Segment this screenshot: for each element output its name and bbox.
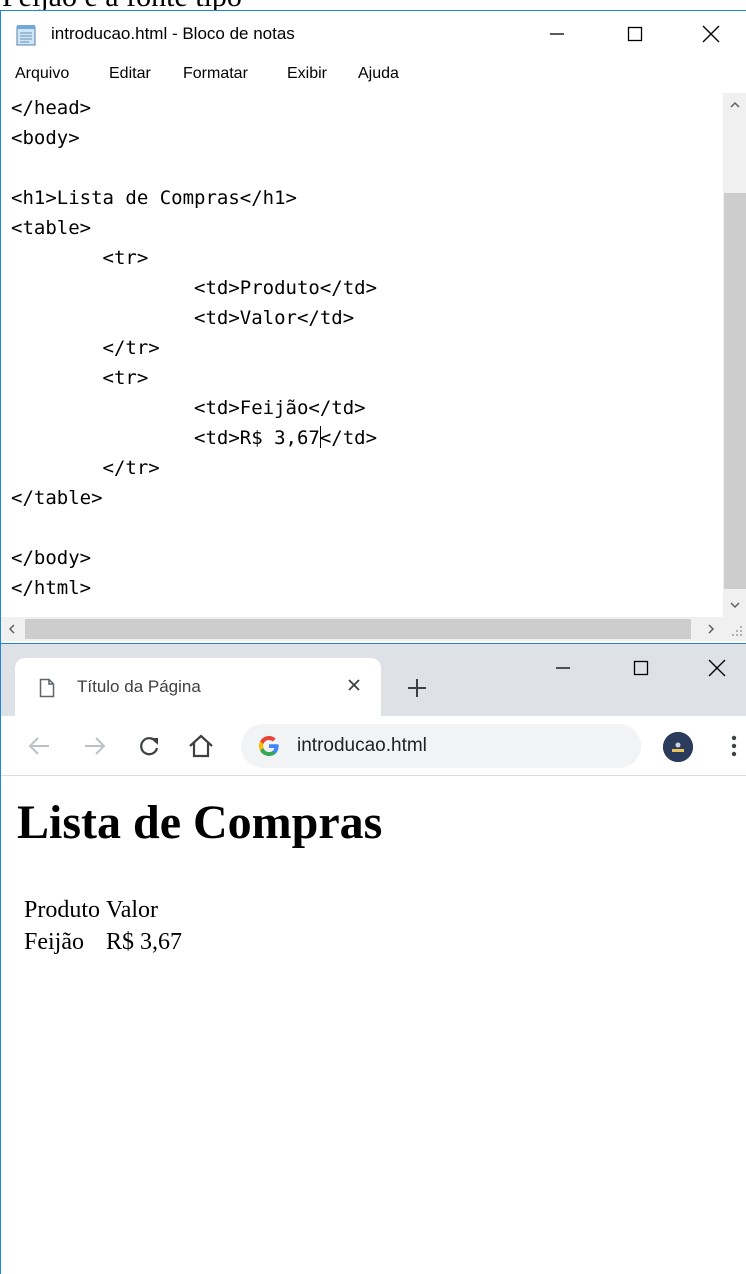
menu-editar[interactable]: Editar (109, 65, 151, 83)
scroll-up-icon[interactable] (730, 101, 740, 109)
horizontal-scroll-thumb[interactable] (25, 619, 691, 639)
maximize-icon (633, 660, 649, 676)
window-title: introducao.html - Bloco de notas (51, 24, 295, 43)
code-line: </body> (11, 547, 92, 569)
browser-tab[interactable]: Título da Página (15, 658, 381, 716)
menu-ajuda[interactable]: Ajuda (358, 65, 399, 83)
close-button[interactable] (673, 11, 746, 57)
resize-grip[interactable] (723, 617, 746, 641)
notepad-menubar: Arquivo Editar Formatar Exibir Ajuda (1, 61, 746, 91)
tab-close-icon (348, 679, 360, 691)
reload-icon (140, 737, 159, 756)
horizontal-scrollbar[interactable] (1, 617, 723, 641)
code-line: <tr> (11, 247, 149, 269)
new-tab-button[interactable] (399, 670, 435, 706)
menu-arquivo[interactable]: Arquivo (15, 65, 69, 83)
notepad-titlebar[interactable]: introducao.html - Bloco de notas (1, 11, 746, 59)
home-icon (189, 734, 213, 758)
profile-avatar-icon[interactable] (663, 732, 693, 762)
menu-formatar[interactable]: Formatar (183, 65, 248, 83)
google-g-icon (259, 736, 279, 756)
code-text: </td> (319, 427, 378, 449)
page-icon (39, 678, 55, 698)
chrome-close-button[interactable] (679, 644, 746, 692)
tab-close-button[interactable] (339, 670, 369, 700)
scroll-down-icon[interactable] (730, 601, 740, 609)
chrome-minimize-button[interactable] (525, 644, 601, 692)
back-button[interactable] (21, 728, 57, 764)
table-cell: R$ 3,67 (106, 929, 183, 955)
page-content: Lista de Compras Produto Valor Feijão R$… (1, 777, 746, 1274)
code-text: <td>R$ 3,67 (11, 427, 320, 449)
code-line: <h1>Lista de Compras</h1> (11, 187, 297, 209)
tab-strip[interactable]: Título da Página (1, 644, 746, 716)
new-tab-icon (408, 679, 426, 697)
chrome-maximize-button[interactable] (603, 644, 679, 692)
code-line: </head> (11, 97, 92, 119)
page-heading: Lista de Compras (17, 796, 383, 849)
forward-arrow-icon (85, 737, 106, 755)
url-text: introducao.html (297, 735, 427, 756)
browser-toolbar: introducao.html (1, 716, 746, 776)
table-row: Produto Valor (23, 895, 183, 925)
more-menu-button[interactable] (719, 728, 746, 764)
reload-button[interactable] (131, 728, 167, 764)
text-editor-area[interactable]: </head> <body> <h1>Lista de Compras</h1>… (1, 93, 723, 617)
scroll-right-icon[interactable] (707, 624, 715, 634)
minimize-icon (556, 667, 570, 669)
table-cell: Valor (106, 897, 158, 923)
table-cell: Feijão (24, 929, 84, 955)
table-row: Feijão R$ 3,67 (23, 927, 183, 957)
code-line: </html> (11, 577, 92, 599)
close-icon (702, 25, 720, 43)
maximize-button[interactable] (597, 11, 673, 57)
code-line: <td>Valor</td> (11, 307, 355, 329)
notepad-window: introducao.html - Bloco de notas Arquivo… (0, 10, 746, 644)
code-line: <td>Feijão</td> (11, 397, 366, 419)
table-cell: Produto (24, 897, 101, 923)
maximize-icon (627, 26, 643, 42)
code-line: <body> (11, 127, 80, 149)
tab-title: Título da Página (77, 677, 201, 696)
code-line: </tr> (11, 337, 160, 359)
code-line: </table> (11, 487, 103, 509)
chrome-window: Título da Página introducao.html Lista d… (0, 644, 746, 1274)
close-icon (708, 659, 726, 677)
home-button[interactable] (183, 728, 219, 764)
code-line: <tr> (11, 367, 149, 389)
code-line: <td>Produto</td> (11, 277, 378, 299)
shopping-table: Produto Valor Feijão R$ 3,67 (19, 893, 187, 959)
code-line: <table> (11, 217, 92, 239)
code-line-with-caret: <td>R$ 3,67</td> (11, 423, 377, 453)
vertical-scrollbar[interactable] (723, 93, 746, 617)
back-arrow-icon (28, 737, 49, 755)
menu-exibir[interactable]: Exibir (287, 65, 327, 83)
code-line: </tr> (11, 457, 160, 479)
minimize-button[interactable] (519, 11, 595, 57)
notepad-app-icon (15, 24, 37, 46)
avatar (663, 732, 693, 762)
forward-button[interactable] (77, 728, 113, 764)
resize-grip-icon (732, 626, 742, 636)
address-bar[interactable]: introducao.html (241, 724, 641, 768)
scroll-left-icon[interactable] (8, 624, 16, 634)
vertical-scroll-thumb[interactable] (724, 193, 746, 589)
more-menu-icon (731, 735, 737, 757)
minimize-icon (550, 33, 564, 35)
